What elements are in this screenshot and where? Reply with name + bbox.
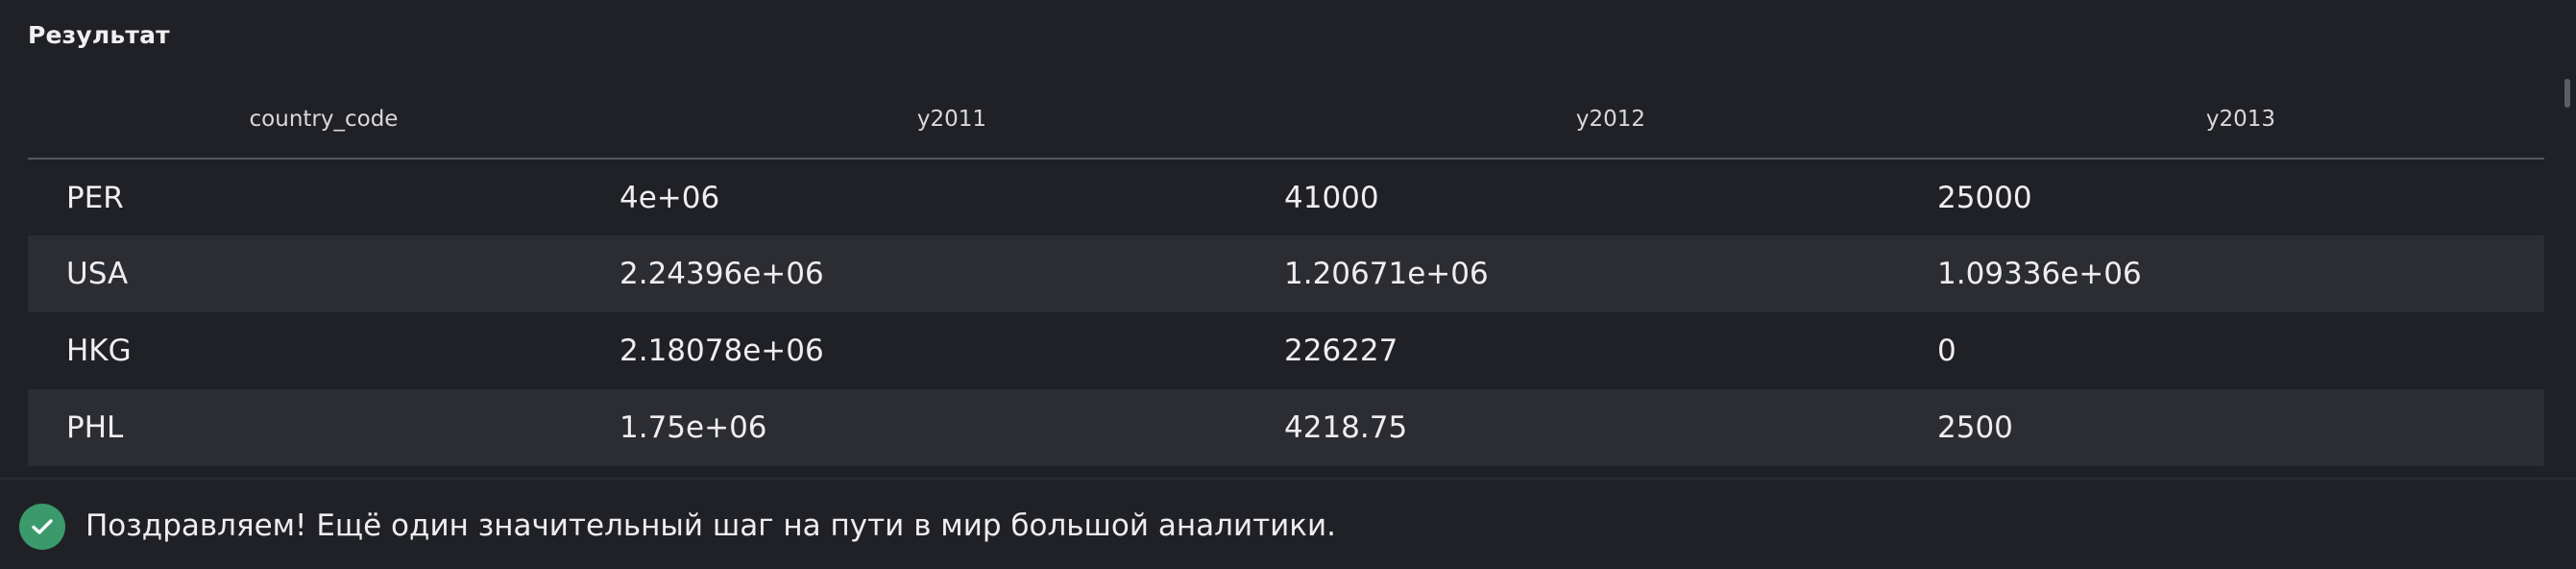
table-cell: PER — [66, 180, 124, 215]
table-cell: 41000 — [1284, 180, 1379, 215]
column-header-country-code[interactable]: country_code — [28, 81, 620, 160]
table-row: PHL 1.75e+06 4218.75 2500 — [28, 389, 2544, 466]
check-circle-icon — [19, 504, 65, 550]
table-cell: 2.18078e+06 — [620, 334, 824, 368]
table-cell: USA — [66, 257, 129, 291]
table-cell: 1.75e+06 — [620, 410, 767, 445]
table-cell: 1.09336e+06 — [1937, 257, 2142, 291]
table-cell: 2500 — [1937, 410, 2013, 445]
table-cell: 25000 — [1937, 180, 2032, 215]
table-header: country_code y2011 y2012 y2013 — [28, 81, 2544, 160]
table-row: HKG 2.18078e+06 226227 0 — [28, 312, 2544, 389]
table-cell: HKG — [66, 334, 132, 368]
result-panel: Результат country_code y2011 y2012 y2013 — [0, 0, 2576, 478]
table-row: USA 2.24396e+06 1.20671e+06 1.09336e+06 — [28, 235, 2544, 312]
table-cell: 2.24396e+06 — [620, 257, 824, 291]
success-message-bar: Поздравляем! Ещё один значительный шаг н… — [0, 480, 2576, 569]
table-cell: 1.20671e+06 — [1284, 257, 1489, 291]
table-row: PER 4e+06 41000 25000 — [28, 159, 2544, 235]
result-table-container: country_code y2011 y2012 y2013 PER 4e+06… — [28, 81, 2544, 466]
column-header-y2011[interactable]: y2011 — [620, 81, 1284, 160]
table-cell: 4e+06 — [620, 180, 720, 215]
page: Результат country_code y2011 y2012 y2013 — [0, 0, 2576, 569]
table-cell: 226227 — [1284, 334, 1398, 368]
result-table: country_code y2011 y2012 y2013 PER 4e+06… — [28, 81, 2544, 466]
column-header-y2013[interactable]: y2013 — [1937, 81, 2544, 160]
table-body: PER 4e+06 41000 25000 USA 2.24396e+06 1.… — [28, 159, 2544, 466]
result-title: Результат — [28, 21, 170, 49]
header-row: country_code y2011 y2012 y2013 — [28, 81, 2544, 160]
vertical-scrollbar[interactable] — [2564, 79, 2570, 108]
column-header-y2012[interactable]: y2012 — [1284, 81, 1937, 160]
success-message: Поздравляем! Ещё один значительный шаг н… — [85, 508, 1337, 543]
table-cell: 0 — [1937, 334, 1956, 368]
table-cell: PHL — [66, 410, 124, 445]
table-cell: 4218.75 — [1284, 410, 1408, 445]
